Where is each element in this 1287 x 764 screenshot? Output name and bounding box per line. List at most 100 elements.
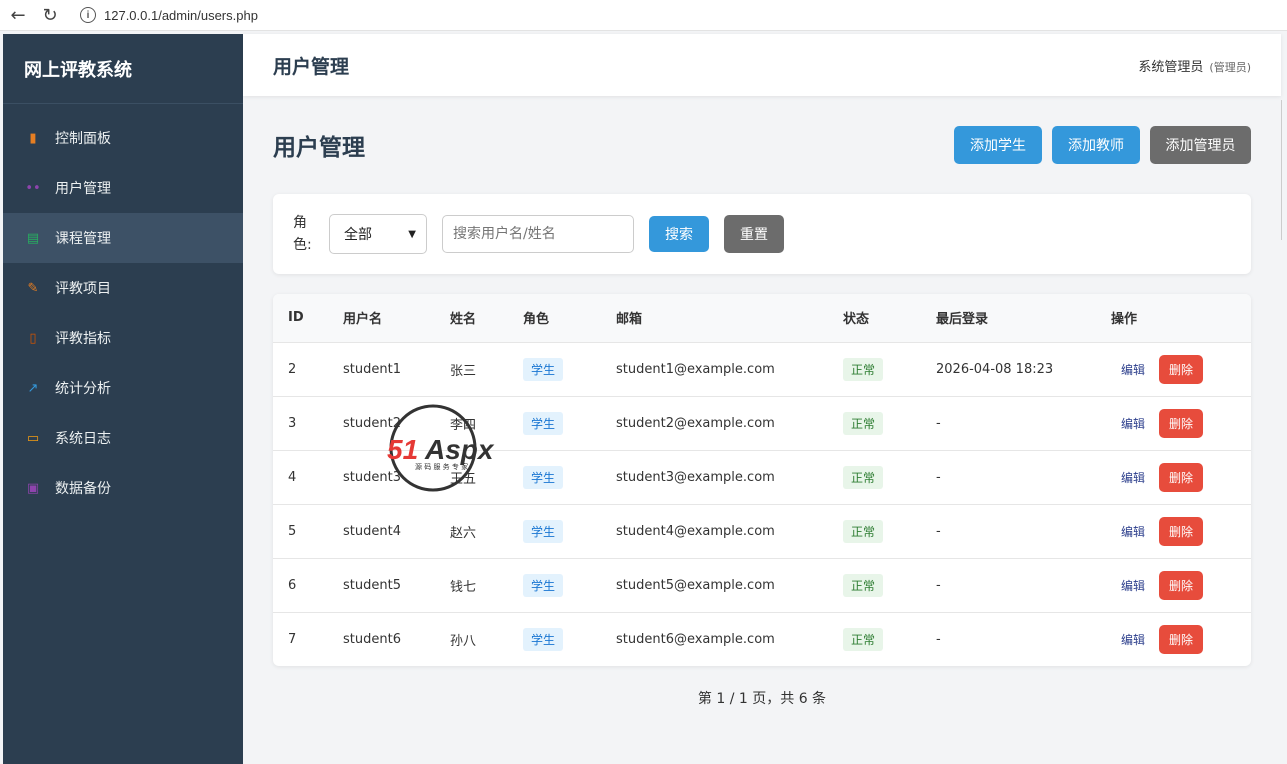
sidebar-item-label: 数据备份 — [55, 481, 111, 497]
memo-icon: ✎ — [27, 280, 39, 296]
table-row: 7 student6 孙八 学生 student6@example.com 正常 - 编辑 删除 — [273, 612, 1251, 666]
cell-email: student1@example.com — [616, 361, 775, 377]
role-filter-label: 角色: — [293, 215, 312, 253]
cell-id: 2 — [288, 361, 297, 377]
cell-status: 正常 — [828, 504, 921, 558]
cell-role: 学生 — [508, 612, 601, 666]
status-badge: 正常 — [843, 519, 884, 543]
user-name: 系统管理员 — [1138, 59, 1204, 75]
reset-button[interactable]: 重置 — [724, 215, 784, 253]
status-badge: 正常 — [843, 465, 884, 489]
sidebar-item-label: 统计分析 — [55, 381, 111, 397]
cell-last-login: - — [936, 469, 941, 485]
sidebar-item-label: 课程管理 — [55, 231, 111, 247]
sidebar-item-4[interactable]: ✎ 评教项目 — [3, 263, 243, 313]
edit-link[interactable]: 编辑 — [1121, 525, 1145, 539]
role-badge: 学生 — [523, 519, 564, 543]
role-select[interactable]: 全部 ▼ — [329, 214, 427, 254]
cell-actions: 编辑 删除 — [1096, 396, 1251, 450]
browser-toolbar: ← ↻ i 127.0.0.1/admin/users.php — [0, 0, 1287, 31]
delete-button[interactable]: 删除 — [1159, 354, 1204, 384]
role-badge: 学生 — [523, 357, 564, 381]
user-role: (管理员) — [1209, 60, 1251, 74]
sidebar-item-1[interactable]: ▮ 控制面板 — [3, 113, 243, 163]
cell-role: 学生 — [508, 396, 601, 450]
delete-button[interactable]: 删除 — [1159, 462, 1204, 492]
cell-actions: 编辑 删除 — [1096, 504, 1251, 558]
role-select-value: 全部 — [344, 227, 372, 243]
column-header: 状态 — [828, 294, 921, 343]
address-bar[interactable]: i 127.0.0.1/admin/users.php — [72, 2, 1272, 28]
cell-last-login: - — [936, 631, 941, 647]
cell-actions: 编辑 删除 — [1096, 342, 1251, 396]
add-student-button[interactable]: 添加学生 — [954, 126, 1042, 164]
cell-id: 5 — [288, 523, 297, 539]
cell-id: 7 — [288, 631, 297, 647]
sidebar-item-label: 系统日志 — [55, 431, 111, 447]
floppy-disk-icon: ▣ — [26, 480, 40, 496]
sidebar-item-5[interactable]: ▯ 评教指标 — [3, 313, 243, 363]
svg-text:51: 51 — [387, 434, 418, 465]
sidebar-item-2[interactable]: •• 用户管理 — [3, 163, 243, 213]
cell-email: student2@example.com — [616, 415, 775, 431]
add-admin-button[interactable]: 添加管理员 — [1150, 126, 1251, 164]
column-header: 角色 — [508, 294, 601, 343]
sidebar-item-label: 控制面板 — [55, 131, 111, 147]
cell-role: 学生 — [508, 450, 601, 504]
column-header: ID — [273, 294, 328, 343]
cell-status: 正常 — [828, 558, 921, 612]
role-badge: 学生 — [523, 465, 564, 489]
sidebar-menu: ▮ 控制面板 •• 用户管理 ▤ 课程管理 ✎ 评教项目 ▯ 评教指标 ↗ 统计分析 ▭ 系统日志 ▣ 数据备… — [3, 113, 243, 513]
cell-status: 正常 — [828, 396, 921, 450]
cell-last-login: - — [936, 523, 941, 539]
cell-actions: 编辑 删除 — [1096, 450, 1251, 504]
cell-name: 钱七 — [450, 579, 477, 595]
action-buttons: 添加学生 添加教师 添加管理员 — [954, 126, 1251, 164]
sidebar-item-8[interactable]: ▣ 数据备份 — [3, 463, 243, 513]
delete-button[interactable]: 删除 — [1159, 624, 1204, 654]
table-row: 5 student4 赵六 学生 student4@example.com 正常 - 编辑 删除 — [273, 504, 1251, 558]
cell-role: 学生 — [508, 558, 601, 612]
edit-link[interactable]: 编辑 — [1121, 363, 1145, 377]
delete-button[interactable]: 删除 — [1159, 570, 1204, 600]
edit-link[interactable]: 编辑 — [1121, 417, 1145, 431]
sidebar-brand: 网上评教系统 — [3, 34, 243, 104]
cell-actions: 编辑 删除 — [1096, 612, 1251, 666]
page-scrollbar[interactable] — [1281, 100, 1287, 240]
role-badge: 学生 — [523, 573, 564, 597]
delete-button[interactable]: 删除 — [1159, 516, 1204, 546]
cell-last-login: 2026-04-08 18:23 — [936, 361, 1054, 377]
add-teacher-button[interactable]: 添加教师 — [1052, 126, 1140, 164]
edit-link[interactable]: 编辑 — [1121, 579, 1145, 593]
search-button[interactable]: 搜索 — [649, 216, 709, 252]
users-icon: •• — [25, 180, 41, 196]
cell-role: 学生 — [508, 342, 601, 396]
site-info-icon[interactable]: i — [80, 7, 96, 23]
table-body: 2 student1 张三 学生 student1@example.com 正常 2026-… — [273, 342, 1251, 666]
sidebar-item-7[interactable]: ▭ 系统日志 — [3, 413, 243, 463]
edit-link[interactable]: 编辑 — [1121, 633, 1145, 647]
top-header: 用户管理 系统管理员 (管理员) — [243, 34, 1281, 96]
edit-link[interactable]: 编辑 — [1121, 471, 1145, 485]
cell-name: 孙八 — [450, 633, 477, 649]
column-header: 邮箱 — [601, 294, 828, 343]
cell-username: student1 — [343, 361, 401, 377]
page-header: 用户管理 添加学生 添加教师 添加管理员 — [273, 96, 1251, 194]
status-badge: 正常 — [843, 627, 884, 651]
pagination-info: 第 1 / 1 页，共 6 条 — [697, 691, 827, 707]
cell-email: student5@example.com — [616, 577, 775, 593]
reload-icon[interactable]: ↻ — [36, 1, 64, 29]
cell-last-login: - — [936, 415, 941, 431]
svg-text:Aspx: Aspx — [424, 434, 495, 465]
sidebar-item-3[interactable]: ▤ 课程管理 — [3, 213, 243, 263]
sidebar-item-6[interactable]: ↗ 统计分析 — [3, 363, 243, 413]
cell-email: student6@example.com — [616, 631, 775, 647]
search-input[interactable] — [442, 215, 634, 253]
url-text: 127.0.0.1/admin/users.php — [104, 7, 258, 23]
role-badge: 学生 — [523, 627, 564, 651]
delete-button[interactable]: 删除 — [1159, 408, 1204, 438]
bar-chart-icon: ▮ — [29, 130, 37, 146]
sidebar-item-label: 用户管理 — [55, 181, 111, 197]
user-info: 系统管理员 (管理员) — [1138, 56, 1251, 75]
back-arrow-icon[interactable]: ← — [4, 1, 32, 29]
